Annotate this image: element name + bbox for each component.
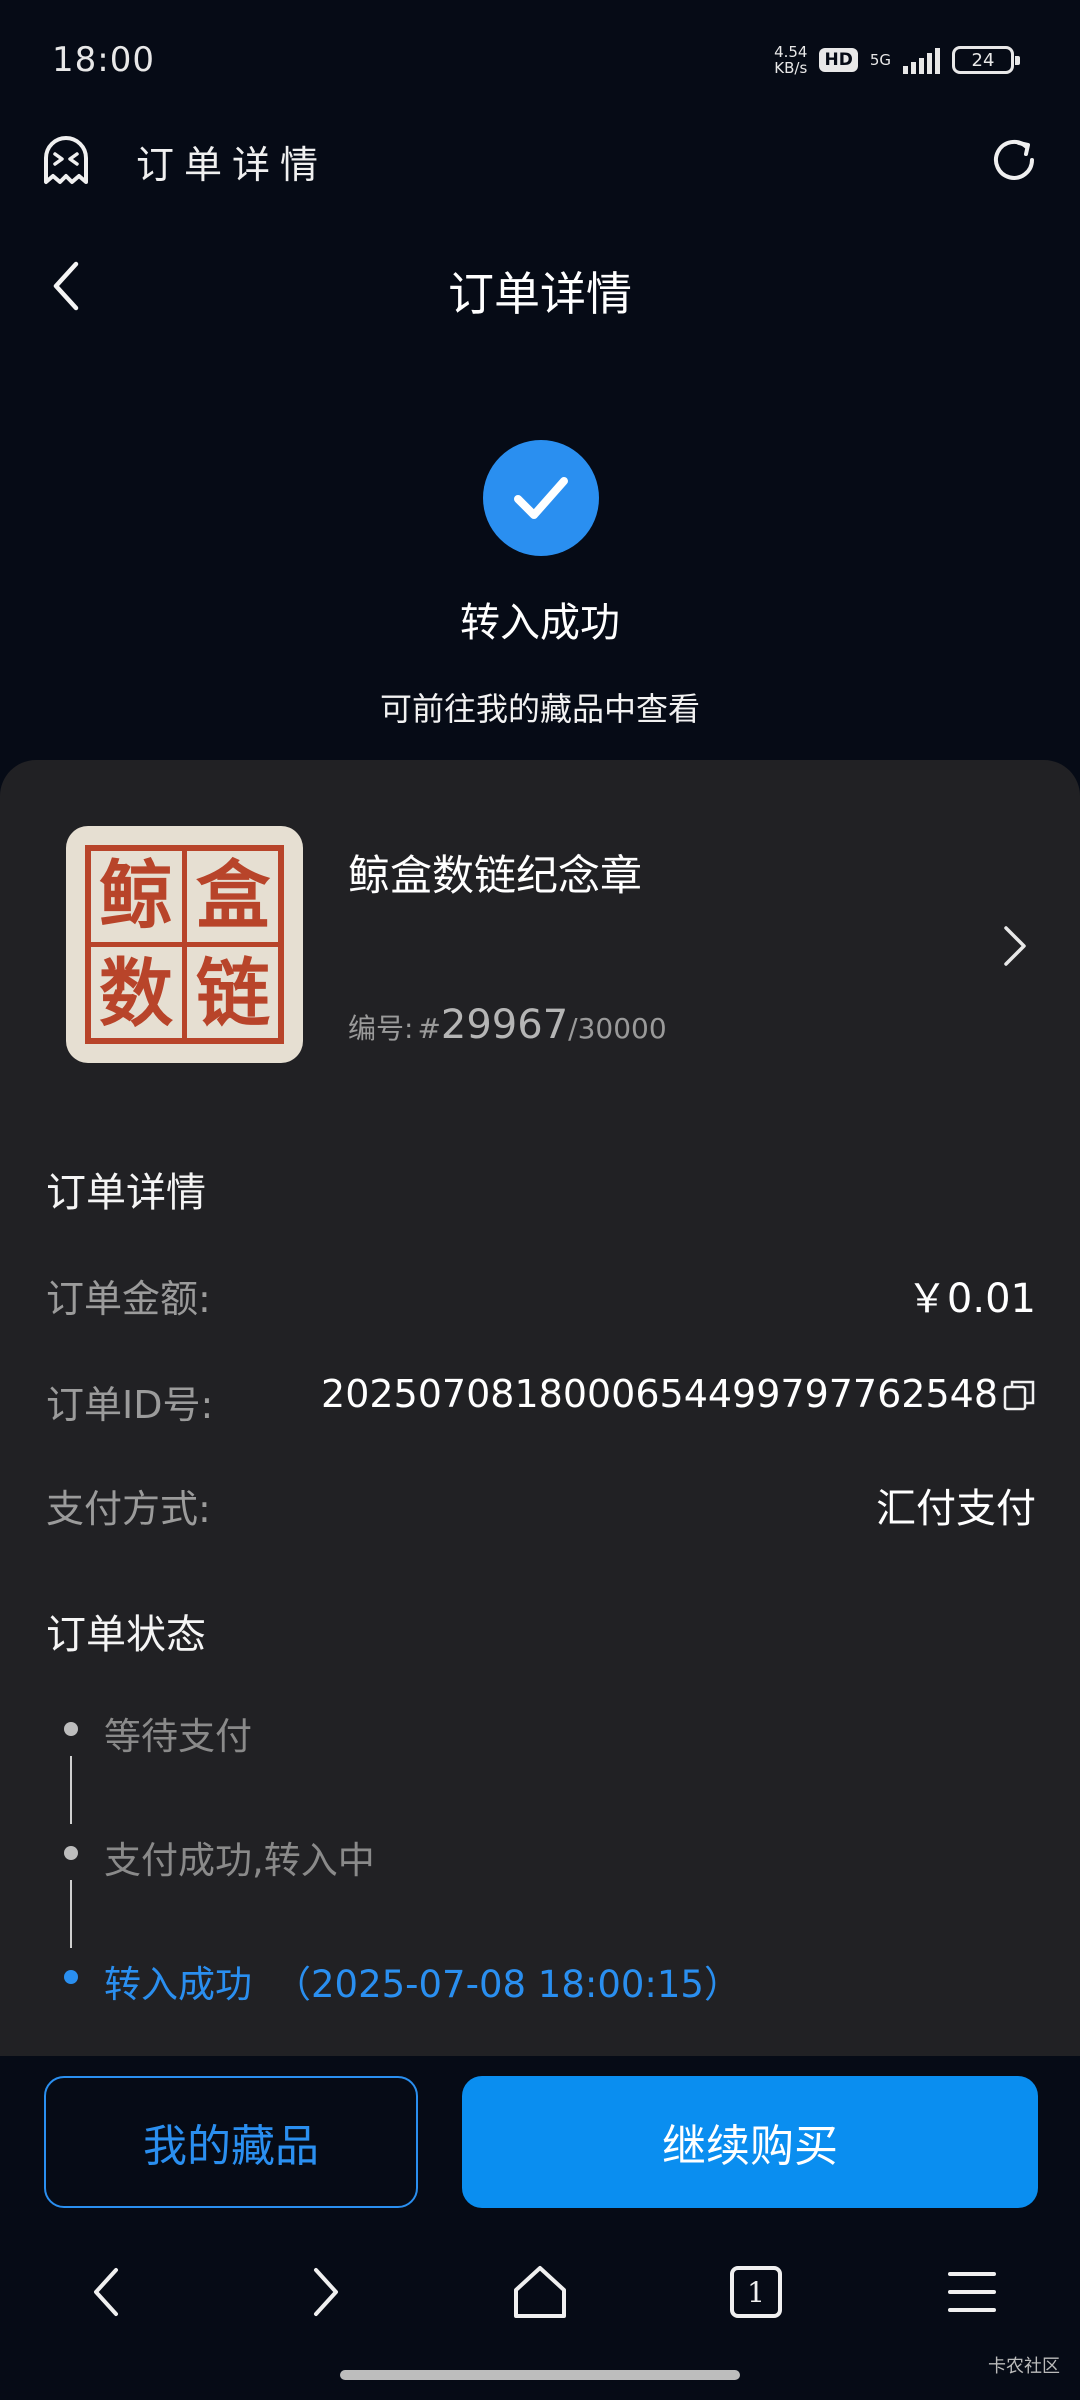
product-name[interactable]: 鲸盒数链纪念章 (348, 842, 642, 903)
timeline-dot (64, 1846, 78, 1860)
status-step-paid: 支付成功,转入中 (104, 1839, 375, 1882)
status-step-success: 转入成功 （2025-07-08 18:00:15） (104, 1954, 741, 2008)
hd-badge: HD (819, 48, 858, 72)
network-type: 5G (869, 51, 891, 69)
product-serial: 编号: # 29967 /30000 (348, 1002, 667, 1048)
status-time: 18:00 (52, 40, 155, 80)
browser-title: 订单详情 (136, 143, 329, 187)
copy-icon[interactable] (1002, 1377, 1036, 1411)
status-success-text: 转入成功 (104, 1963, 252, 2006)
net-speed: 4.54 KB/s (774, 44, 807, 76)
amount-text: ￥0.01 (906, 1276, 1036, 1322)
seal-char-1: 鲸 (99, 853, 173, 939)
battery-icon: 24 (952, 46, 1020, 74)
payment-method-value: 汇付支付 (876, 1476, 1036, 1534)
chevron-right-icon[interactable] (1000, 922, 1030, 970)
battery-level: 24 (971, 49, 995, 71)
nav-forward-icon[interactable] (292, 2260, 356, 2324)
nav-menu-icon[interactable] (940, 2260, 1004, 2324)
serial-number: 29967 (440, 1002, 569, 1048)
success-subtitle: 可前往我的藏品中查看 (379, 690, 700, 728)
refresh-icon[interactable] (986, 132, 1042, 188)
success-title: 转入成功 (460, 600, 620, 646)
timeline-dot-active (64, 1970, 78, 1984)
nav-home-icon[interactable] (508, 2260, 572, 2324)
watermark: 卡农社区 (988, 2356, 1060, 2377)
order-status-title: 订单状态 (46, 1612, 206, 1658)
timeline-line (70, 1756, 72, 1824)
order-id-text: 2025070818000654499797762548 (321, 1372, 998, 1416)
status-step-waiting: 等待支付 (104, 1715, 252, 1758)
nav-back-icon[interactable] (76, 2260, 140, 2324)
page-title: 订单详情 (448, 267, 632, 321)
signal-icon (903, 46, 940, 74)
status-success-time: （2025-07-08 18:00:15） (274, 1963, 741, 2006)
net-speed-value: 4.54 (774, 43, 808, 61)
serial-label: 编号: (348, 1012, 414, 1045)
serial-total: /30000 (568, 1012, 667, 1045)
order-id-value: 2025070818000654499797762548 (321, 1372, 1036, 1416)
timeline-line (70, 1880, 72, 1948)
order-details-title: 订单详情 (46, 1170, 206, 1216)
order-id-label: 订单ID号: (46, 1383, 214, 1427)
net-speed-unit: KB/s (774, 59, 808, 77)
payment-method-label: 支付方式: (46, 1487, 211, 1531)
ghost-logo-icon[interactable] (38, 132, 94, 188)
timeline-dot (64, 1722, 78, 1736)
home-indicator[interactable] (340, 2370, 740, 2380)
product-thumbnail[interactable]: 鲸 盒 数 链 (66, 826, 303, 1063)
seal-char-4: 链 (196, 951, 270, 1037)
success-check-icon (483, 440, 599, 556)
serial-hash: # (417, 1012, 441, 1045)
seal-char-3: 数 (99, 951, 173, 1037)
tab-count: 1 (747, 2276, 765, 2309)
amount-value: ￥0.01 (907, 1266, 1036, 1324)
nav-tabs-icon[interactable]: 1 (724, 2260, 788, 2324)
amount-label: 订单金额: (46, 1277, 211, 1321)
status-indicators: 4.54 KB/s HD 5G 24 (774, 44, 1020, 76)
seal-char-2: 盒 (196, 853, 271, 939)
continue-buying-button[interactable]: 继续购买 (462, 2076, 1038, 2208)
payment-method-text: 汇付支付 (876, 1486, 1036, 1532)
my-collection-button[interactable]: 我的藏品 (44, 2076, 418, 2208)
